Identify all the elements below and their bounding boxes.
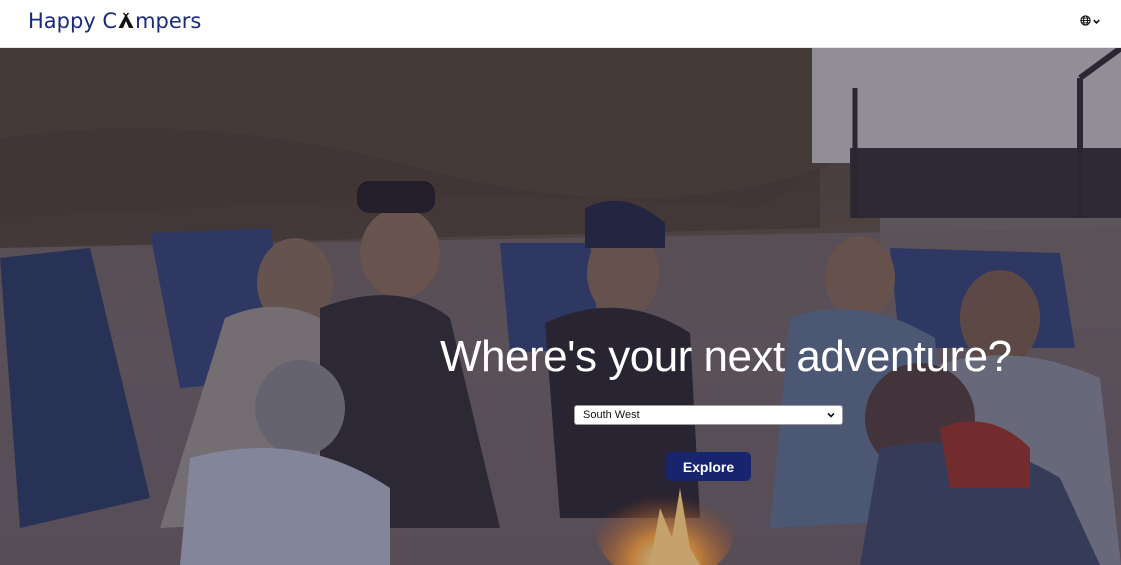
chevron-down-icon: [1092, 13, 1101, 31]
region-selected-value: South West: [583, 409, 640, 421]
logo-text-end: mpers: [135, 9, 202, 33]
hero-headline: Where's your next adventure?: [440, 332, 1012, 381]
tent-icon: [117, 11, 135, 29]
explore-button[interactable]: Explore: [666, 452, 751, 481]
chevron-down-icon: [826, 410, 836, 423]
hero-section: Where's your next adventure? South West …: [0, 48, 1121, 565]
language-selector[interactable]: [1080, 13, 1101, 31]
hero-overlay: [0, 48, 1121, 565]
logo[interactable]: Happy C mpers: [28, 9, 201, 33]
globe-icon: [1080, 13, 1091, 31]
region-select[interactable]: South West: [574, 405, 843, 425]
site-header: Happy C mpers: [0, 0, 1121, 48]
logo-text-start: Happy C: [28, 9, 118, 33]
